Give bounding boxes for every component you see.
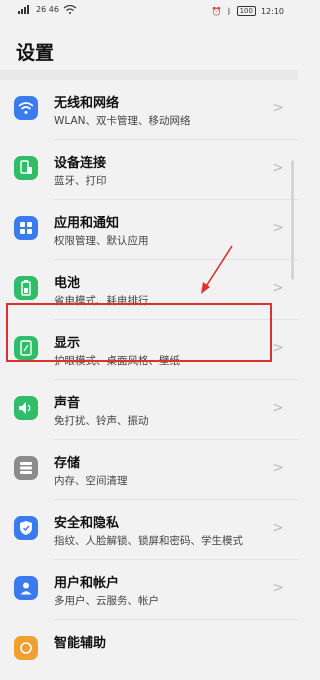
network-type-text: 26 46 xyxy=(36,5,59,14)
shield-icon xyxy=(14,516,38,540)
status-right: ⏰ ᛒ 100 12:10 xyxy=(212,6,284,16)
item-subtitle: 内存、空间清理 xyxy=(54,475,128,487)
chevron-right-icon: > xyxy=(272,580,284,596)
setting-item-smart-assist[interactable]: 智能辅助 xyxy=(0,620,298,680)
chevron-right-icon: > xyxy=(272,220,284,236)
item-subtitle: WLAN、双卡管理、移动网络 xyxy=(54,115,191,127)
setting-item-device-connection[interactable]: 设备连接 蓝牙、打印 > xyxy=(0,140,298,200)
item-title: 用户和帐户 xyxy=(54,576,120,591)
annotation-arrow-icon xyxy=(201,245,233,294)
status-left: 26 46 xyxy=(18,5,77,14)
wifi-icon xyxy=(14,96,38,120)
clock: 12:10 xyxy=(260,6,284,16)
chevron-right-icon: > xyxy=(272,100,284,116)
item-title: 无线和网络 xyxy=(54,96,120,111)
setting-item-display[interactable]: 显示 护眼模式、桌面风格、壁纸 > xyxy=(0,320,298,380)
chevron-right-icon: > xyxy=(272,160,284,176)
user-icon xyxy=(14,576,38,600)
item-subtitle: 免打扰、铃声、振动 xyxy=(54,415,149,427)
item-title: 电池 xyxy=(54,276,81,291)
status-bar: 26 46 ⏰ ᛒ 100 12:10 xyxy=(0,0,298,26)
settings-list: 无线和网络 WLAN、双卡管理、移动网络 > 设备连接 蓝牙、打印 > 应用和通… xyxy=(0,80,298,660)
item-subtitle: 护眼模式、桌面风格、壁纸 xyxy=(54,355,180,367)
item-subtitle: 省电模式、耗电排行 xyxy=(54,295,149,307)
setting-item-battery[interactable]: 电池 省电模式、耗电排行 > xyxy=(0,260,298,320)
device-connect-icon xyxy=(14,156,38,180)
item-title: 设备连接 xyxy=(54,156,107,171)
sound-icon xyxy=(14,396,38,420)
battery-status: 100 xyxy=(236,6,256,16)
assist-icon xyxy=(14,636,38,660)
display-icon xyxy=(14,336,38,360)
item-title: 智能辅助 xyxy=(54,636,107,651)
item-subtitle: 蓝牙、打印 xyxy=(54,175,107,187)
setting-item-apps-notifications[interactable]: 应用和通知 权限管理、默认应用 > xyxy=(0,200,298,260)
page-title: 设置 xyxy=(16,42,55,64)
storage-icon xyxy=(14,456,38,480)
item-title: 声音 xyxy=(54,396,81,411)
scrollbar[interactable] xyxy=(291,160,294,280)
item-title: 存储 xyxy=(54,456,81,471)
setting-item-security-privacy[interactable]: 安全和隐私 指纹、人脸解锁、锁屏和密码、学生模式 > xyxy=(0,500,298,560)
chevron-right-icon: > xyxy=(272,340,284,356)
item-subtitle: 指纹、人脸解锁、锁屏和密码、学生模式 xyxy=(54,535,243,547)
bluetooth-icon: ᛒ xyxy=(226,6,232,16)
chevron-right-icon: > xyxy=(272,280,284,296)
title-divider xyxy=(0,70,298,80)
battery-icon xyxy=(14,276,38,300)
item-title: 显示 xyxy=(54,336,81,351)
item-title: 安全和隐私 xyxy=(54,516,120,531)
setting-item-storage[interactable]: 存储 内存、空间清理 > xyxy=(0,440,298,500)
chevron-right-icon: > xyxy=(272,460,284,476)
chevron-right-icon: > xyxy=(272,400,284,416)
wifi-status-icon xyxy=(63,5,77,14)
alarm-icon: ⏰ xyxy=(211,6,222,16)
signal-icon xyxy=(18,5,29,14)
setting-item-sound[interactable]: 声音 免打扰、铃声、振动 > xyxy=(0,380,298,440)
item-subtitle: 多用户、云服务、帐户 xyxy=(54,595,159,607)
item-title: 应用和通知 xyxy=(54,216,120,231)
setting-item-wireless-network[interactable]: 无线和网络 WLAN、双卡管理、移动网络 > xyxy=(0,80,298,140)
setting-item-users-accounts[interactable]: 用户和帐户 多用户、云服务、帐户 > xyxy=(0,560,298,620)
item-subtitle: 权限管理、默认应用 xyxy=(54,235,149,247)
apps-icon xyxy=(14,216,38,240)
chevron-right-icon: > xyxy=(272,520,284,536)
